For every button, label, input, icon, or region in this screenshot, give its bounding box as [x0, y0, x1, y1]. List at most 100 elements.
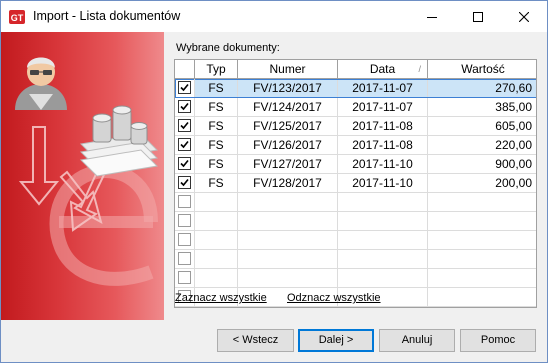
minimize-icon: [427, 16, 437, 18]
cell-data: [338, 231, 428, 249]
coins-documents-icon: [79, 105, 159, 177]
content-panel: Wybrane dokumenty: Typ Numer Data / Warto…: [164, 32, 547, 320]
row-check-cell: [175, 174, 195, 192]
table-row[interactable]: [175, 193, 536, 212]
cell-wartosc: 605,00: [495, 119, 532, 133]
table-row[interactable]: FS FV/123/2017 2017-11-07 270,60: [175, 79, 536, 98]
cell-typ: [195, 193, 238, 211]
row-check-cell: [175, 250, 195, 268]
cell-wartosc: 220,00: [495, 138, 532, 152]
sort-indicator-icon: /: [418, 64, 421, 74]
documents-list-label: Wybrane dokumenty:: [176, 42, 280, 54]
cell-data: 2017-11-08: [338, 117, 428, 135]
row-check-cell: [175, 193, 195, 211]
row-check-cell: [175, 269, 195, 287]
cancel-button[interactable]: Anuluj: [379, 329, 455, 352]
import-dialog: GT Import - Lista dokumentów Wybrane dok…: [0, 0, 548, 363]
row-checkbox[interactable]: [178, 100, 191, 113]
checkmark-icon: [180, 140, 189, 149]
close-button[interactable]: [501, 1, 547, 32]
close-icon: [519, 11, 529, 22]
cell-numer: FV/126/2017: [238, 136, 338, 154]
grid-rows: FS FV/123/2017 2017-11-07 270,60 FS FV/124/20…: [175, 79, 536, 307]
next-button[interactable]: Dalej >: [298, 329, 374, 352]
row-checkbox[interactable]: [178, 119, 191, 132]
table-row[interactable]: [175, 231, 536, 250]
cell-typ: [195, 250, 238, 268]
column-header-typ[interactable]: Typ: [195, 60, 238, 79]
cell-wartosc: [428, 269, 536, 287]
row-checkbox[interactable]: [178, 138, 191, 151]
row-checkbox[interactable]: [178, 214, 191, 227]
button-bar: < Wstecz Dalej > Anuluj Pomoc: [1, 320, 547, 362]
cell-numer: FV/124/2017: [238, 98, 338, 116]
minimize-button[interactable]: [409, 1, 455, 32]
wizard-illustration: [15, 57, 159, 286]
documents-grid[interactable]: Typ Numer Data / Wartość FS FV/123/2017 201…: [174, 59, 537, 308]
maximize-button[interactable]: [455, 1, 501, 32]
column-header-data[interactable]: Data /: [338, 60, 428, 79]
table-row[interactable]: FS FV/125/2017 2017-11-08 605,00: [175, 117, 536, 136]
cell-data: [338, 212, 428, 230]
app-logo-icon: GT: [9, 10, 25, 24]
row-checkbox[interactable]: [178, 81, 191, 94]
cell-numer: FV/123/2017: [238, 79, 338, 97]
select-all-link[interactable]: Zaznacz wszystkie: [175, 292, 267, 304]
cell-typ: FS: [195, 98, 238, 116]
maximize-icon: [473, 11, 483, 22]
cell-wartosc: [428, 288, 536, 306]
cell-numer: [238, 269, 338, 287]
cell-data: [338, 250, 428, 268]
svg-text:GT: GT: [11, 13, 24, 23]
cell-wartosc: 270,60: [428, 79, 536, 97]
column-header-wartosc[interactable]: Wartość: [428, 60, 536, 79]
row-checkbox[interactable]: [178, 176, 191, 189]
back-button[interactable]: < Wstecz: [217, 329, 294, 352]
row-checkbox[interactable]: [178, 157, 191, 170]
cell-numer: FV/125/2017: [238, 117, 338, 135]
checkmark-icon: [180, 83, 189, 92]
cell-numer: FV/127/2017: [238, 155, 338, 173]
cell-typ: FS: [195, 136, 238, 154]
cell-data: 2017-11-07: [338, 79, 428, 97]
cell-numer: FV/128/2017: [238, 174, 338, 192]
cell-wartosc: [428, 212, 536, 230]
unselect-all-link[interactable]: Odznacz wszystkie: [287, 292, 381, 304]
row-checkbox[interactable]: [178, 252, 191, 265]
cell-wartosc: [428, 250, 536, 268]
checkmark-icon: [180, 102, 189, 111]
cell-numer: [238, 250, 338, 268]
row-checkbox[interactable]: [178, 233, 191, 246]
cell-wartosc: 900,00: [495, 157, 532, 171]
column-header-numer[interactable]: Numer: [238, 60, 338, 79]
table-row[interactable]: FS FV/128/2017 2017-11-10 200,00: [175, 174, 536, 193]
table-row[interactable]: [175, 250, 536, 269]
row-checkbox[interactable]: [178, 195, 191, 208]
cell-wartosc: [428, 193, 536, 211]
window-title: Import - Lista dokumentów: [33, 9, 181, 23]
row-check-cell: [175, 117, 195, 135]
row-check-cell: [175, 231, 195, 249]
header-check-column: [175, 60, 195, 79]
cell-typ: FS: [195, 174, 238, 192]
table-row[interactable]: [175, 212, 536, 231]
table-row[interactable]: FS FV/126/2017 2017-11-08 220,00: [175, 136, 536, 155]
title-bar[interactable]: GT Import - Lista dokumentów: [1, 1, 547, 32]
row-check-cell: [175, 212, 195, 230]
table-row[interactable]: FS FV/127/2017 2017-11-10 900,00: [175, 155, 536, 174]
cell-data: 2017-11-08: [338, 136, 428, 154]
row-check-cell: [175, 79, 195, 97]
cell-data: 2017-11-07: [338, 98, 428, 116]
help-button[interactable]: Pomoc: [460, 329, 536, 352]
table-row[interactable]: FS FV/124/2017 2017-11-07 385,00: [175, 98, 536, 117]
row-check-cell: [175, 98, 195, 116]
checkmark-icon: [180, 159, 189, 168]
cell-numer: [238, 231, 338, 249]
row-checkbox[interactable]: [178, 271, 191, 284]
table-row[interactable]: [175, 269, 536, 288]
wizard-art-panel: [1, 32, 164, 320]
user-avatar-icon: [15, 57, 67, 110]
cell-numer: [238, 193, 338, 211]
row-check-cell: [175, 136, 195, 154]
cell-data: 2017-11-10: [338, 174, 428, 192]
